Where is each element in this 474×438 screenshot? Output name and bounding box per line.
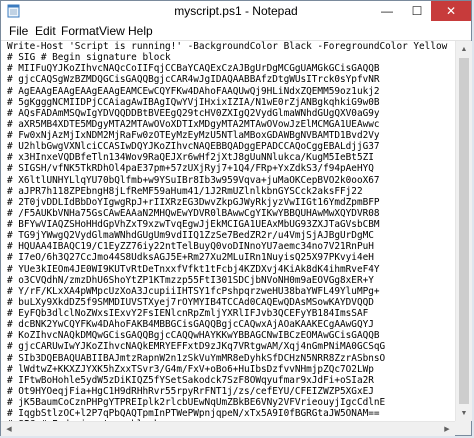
editor-line[interactable]: # IqgbStlzOC+l2P7qPbQAQTpmInPTWePWpnjqpe… xyxy=(7,408,447,419)
editor-line[interactable]: # Y/rF/KLxXA4pWMpcUzXoA3JcupiiIHTSY1fcPs… xyxy=(7,286,447,297)
title-bar[interactable]: myscript.ps1 - Notepad — ☐ ✕ xyxy=(1,1,471,22)
editor-line[interactable]: Write-Host 'Script is running!' -Backgro… xyxy=(7,41,447,52)
text-editor[interactable]: Write-Host 'Script is running!' -Backgro… xyxy=(1,41,455,421)
menu-help[interactable]: Help xyxy=(128,24,153,38)
menu-edit[interactable]: Edit xyxy=(35,24,56,38)
menu-bar: File Edit Format View Help xyxy=(1,22,471,41)
editor-line[interactable]: # AQsFADAmMSQwIgYDVQQDDBtBVEEgQ29tcHV0ZX… xyxy=(7,108,447,119)
editor-line[interactable]: # U2hlbGwgVXNlciCCASIwDQYJKoZIhvcNAQEBBQ… xyxy=(7,141,447,152)
vertical-scroll-thumb[interactable] xyxy=(459,58,469,404)
maximize-button[interactable]: ☐ xyxy=(403,1,431,21)
close-button[interactable]: ✕ xyxy=(431,1,471,21)
editor-line[interactable]: # lWdtwZ+KKXZJYXK5hZxxTSvr3/G4m/FxV+oBo6… xyxy=(7,364,447,375)
editor-line[interactable]: # 2T0jvDDLIdBbDoYIgwgRpJ+rIIXRzEG3DwvZkp… xyxy=(7,197,447,208)
editor-line[interactable]: # HQUAA4IBAQC19/C1EyZZ76iy22ntTelBuyQ0vo… xyxy=(7,241,447,252)
editor-line[interactable]: # X6ltlUNHYLlqYU70bQlfmb+w9YSuIBr8Ib3w95… xyxy=(7,175,447,186)
scroll-down-button[interactable]: ▼ xyxy=(456,405,472,421)
editor-line[interactable]: # aXR5MB4XDTE5MDgyMTA2MTAwOVoXDTIxMDgyMT… xyxy=(7,119,447,130)
menu-view[interactable]: View xyxy=(99,24,125,38)
minimize-icon: — xyxy=(381,4,393,18)
minimize-button[interactable]: — xyxy=(373,1,401,21)
editor-line[interactable]: # Fw0xNjAzMjIxNDM2MjRaFw0zOTEyMzEyMzU5NT… xyxy=(7,130,447,141)
editor-line[interactable]: # aJPR7h118ZPEbngH8jLfReMF59aHum41/1J2Rm… xyxy=(7,186,447,197)
horizontal-scrollbar[interactable]: ◀ ▶ xyxy=(1,421,455,436)
chevron-up-icon: ▲ xyxy=(460,45,468,53)
editor-line[interactable]: # o3CVQdhN/zmzDhU6ShoYtZP1KTmzzp55FtI301… xyxy=(7,275,447,286)
chevron-down-icon: ▼ xyxy=(460,409,468,417)
editor-line[interactable]: # EyFQb3dlclNoZWxsIExvY2FsIENlcnRpZmljYX… xyxy=(7,308,447,319)
size-grip[interactable] xyxy=(455,421,471,435)
menu-format[interactable]: Format xyxy=(61,24,99,38)
vertical-scrollbar[interactable]: ▲ ▼ xyxy=(455,41,472,421)
editor-line[interactable]: # 5gKgggNCMIIDPjCCAiagAwIBAgIQwYVjIHxixI… xyxy=(7,97,447,108)
editor-line[interactable]: # AgEAAgEAAgEAAgEAAgEAMCEwCQYFKw4DAhoFAA… xyxy=(7,86,447,97)
editor-line[interactable]: # gjcCAQSgWzBZMDQGCisGAQQBgjcCAR4wJgIDAQ… xyxy=(7,74,447,85)
editor-line[interactable]: # I7eO/6h3Q27CcJmo44S8UdksAGJ5E+Rm27Xu2M… xyxy=(7,252,447,263)
editor-line[interactable]: # Ot9HYOeqjFia+HgC1H9dRHhRvr55rpyRrFNT1j… xyxy=(7,386,447,397)
chevron-left-icon: ◀ xyxy=(6,426,12,433)
editor-line[interactable]: # IFtwBoHohle5ydW5zDiKIQZ5fYSetSakodck7S… xyxy=(7,375,447,386)
editor-line[interactable]: # TG9jYWwgQ2VydGlmaWNhdGUgUm9vdIIQ1ZzSe7… xyxy=(7,230,447,241)
maximize-icon: ☐ xyxy=(411,4,423,18)
editor-content[interactable]: Write-Host 'Script is running!' -Backgro… xyxy=(7,41,447,421)
editor-line[interactable]: # YUe3kIEOm4JE0WI9KUTvRtDeTnxxfVfkt1tFcb… xyxy=(7,264,447,275)
editor-line[interactable]: # /F5AUKbVNHa75GsCAwEAAaN2MHQwEwYDVR0lBA… xyxy=(7,208,447,219)
scroll-right-button[interactable]: ▶ xyxy=(439,422,455,436)
editor-line[interactable]: # x3HInxeVQDBfeTln134Wov9RaQEJXr6wHf2jXt… xyxy=(7,152,447,163)
notepad-icon[interactable] xyxy=(7,4,20,18)
window-title: myscript.ps1 - Notepad xyxy=(174,4,298,18)
editor-line[interactable]: # BFYwVIAQZSHoHHdGpVhZxT9xzwTvqEgwJjEkMC… xyxy=(7,219,447,230)
editor-line[interactable]: # jK5BaumCoCznPHPgYTPREIplk2rlcbUEwNqUmZ… xyxy=(7,397,447,408)
scroll-left-button[interactable]: ◀ xyxy=(1,422,17,436)
editor-line[interactable]: # KoZIhvcNAQkDMQwGCisGAQQBgjcCAQQwHAYKKw… xyxy=(7,330,447,341)
close-icon: ✕ xyxy=(445,4,457,18)
editor-line[interactable]: # SIb3DQEBAQUABIIBAJmtzRapnW2n1zSkVuYmMR… xyxy=(7,353,447,364)
notepad-window: myscript.ps1 - Notepad — ☐ ✕ File Edit F… xyxy=(0,0,472,436)
editor-line[interactable]: # dcBNK2YwCQYFKw4DAhoFAKB4MBBGCisGAQQBgj… xyxy=(7,319,447,330)
editor-line[interactable]: # MIIFuQYJKoZIhvcNAQcCoIIFqjCCBaYCAQExCz… xyxy=(7,63,447,74)
editor-line[interactable]: # gjcCARUwIwYJKoZIhvcNAQkEMRYEFFxtD9zJKq… xyxy=(7,341,447,352)
chevron-right-icon: ▶ xyxy=(444,426,450,433)
scroll-up-button[interactable]: ▲ xyxy=(456,41,472,57)
editor-line[interactable]: # buLXy9XkdDZ5f9SMMDIUVSTXyej7rOYMYIB4TC… xyxy=(7,297,447,308)
editor-line[interactable]: # SIGSH/vfNK5TkRDhOl4paE37pm+57zUXjRyj7+… xyxy=(7,163,447,174)
editor-line[interactable]: # SIG # Begin signature block xyxy=(7,52,447,63)
menu-file[interactable]: File xyxy=(9,24,28,38)
